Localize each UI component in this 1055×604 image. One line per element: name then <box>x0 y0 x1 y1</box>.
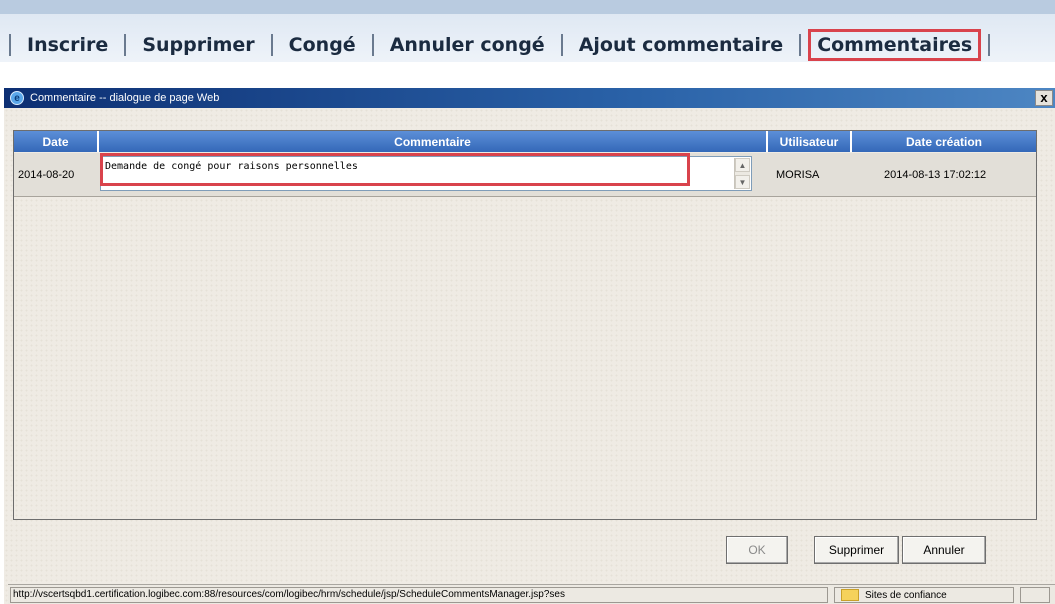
toolbar-separator <box>124 34 127 56</box>
toolbar-strip <box>0 0 1055 14</box>
scroll-up-icon[interactable]: ▲ <box>735 158 750 172</box>
row-created: 2014-08-13 17:02:12 <box>884 169 987 181</box>
folder-icon <box>841 589 859 601</box>
commentaires-button[interactable]: Commentaires <box>808 29 982 61</box>
dialog-titlebar: e Commentaire -- dialogue de page Web x <box>4 88 1055 108</box>
dialog-title: Commentaire -- dialogue de page Web <box>30 92 220 104</box>
annuler-conge-button[interactable]: Annuler congé <box>390 34 545 56</box>
status-bar: http://vscertsqbd1.certification.logibec… <box>8 584 1055 604</box>
toolbar-separator <box>371 34 374 56</box>
security-zone: Sites de confiance <box>834 587 1014 603</box>
column-header-created[interactable]: Date création <box>852 131 1036 152</box>
inscrire-button[interactable]: Inscrire <box>27 34 108 56</box>
column-header-user[interactable]: Utilisateur <box>768 131 852 152</box>
conge-button[interactable]: Congé <box>289 34 356 56</box>
ajout-commentaire-button[interactable]: Ajout commentaire <box>579 34 784 56</box>
ok-button[interactable]: OK <box>726 536 788 564</box>
toolbar-separator <box>9 34 11 56</box>
supprimer-button[interactable]: Supprimer <box>142 34 254 56</box>
toolbar-separator <box>988 34 991 56</box>
toolbar-separator <box>799 34 802 56</box>
toolbar-separator <box>270 34 273 56</box>
status-segment <box>1020 587 1050 603</box>
column-header-comment[interactable]: Commentaire <box>99 131 768 152</box>
action-toolbar: Inscrire Supprimer Congé Annuler congé A… <box>0 0 1055 62</box>
delete-button[interactable]: Supprimer <box>814 536 899 564</box>
status-url: http://vscertsqbd1.certification.logibec… <box>10 587 828 603</box>
row-date: 2014-08-20 <box>18 169 75 181</box>
comment-scrollbar[interactable]: ▲ ▼ <box>734 158 750 189</box>
security-zone-label: Sites de confiance <box>865 589 947 601</box>
row-user: MORISA <box>776 169 820 181</box>
cancel-button[interactable]: Annuler <box>902 536 986 564</box>
toolbar-items: Inscrire Supprimer Congé Annuler congé A… <box>0 26 1006 64</box>
comment-highlight-box <box>100 153 690 186</box>
comments-grid: Date Commentaire Utilisateur Date créati… <box>13 130 1037 520</box>
toolbar-separator <box>560 34 563 56</box>
column-header-date[interactable]: Date <box>14 131 99 152</box>
scroll-down-icon[interactable]: ▼ <box>735 175 750 189</box>
table-row[interactable]: 2014-08-20 Demande de congé pour raisons… <box>14 153 1036 197</box>
close-button[interactable]: x <box>1035 90 1053 106</box>
ie-icon: e <box>10 91 24 105</box>
comment-dialog: e Commentaire -- dialogue de page Web x … <box>4 88 1055 604</box>
